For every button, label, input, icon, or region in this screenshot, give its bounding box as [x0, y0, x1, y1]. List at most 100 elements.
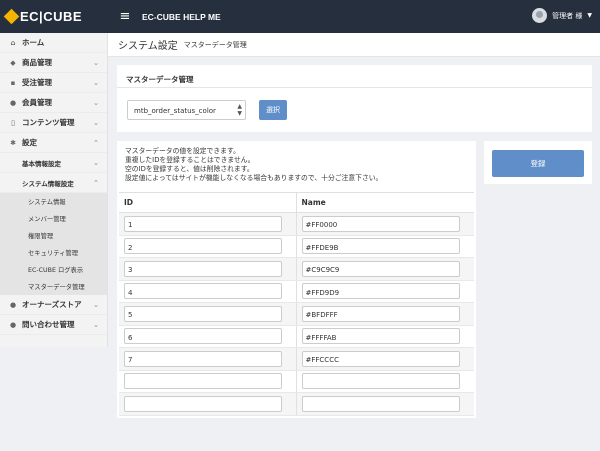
name-field[interactable] — [301, 395, 460, 412]
sidebar-item-label: 基本情報設定 — [22, 159, 61, 168]
card-title: マスターデータ管理 — [126, 75, 194, 84]
table-row — [119, 212, 474, 236]
sidebar-item-label: システム情報設定 — [22, 179, 74, 188]
name-field[interactable] — [301, 373, 460, 390]
master-select-value: mtb_order_status_color — [134, 107, 216, 115]
sidebar-item-settings[interactable]: ✱ 設定 ⌃ — [0, 133, 107, 153]
sidebar-item-system-info[interactable]: システム情報 — [0, 193, 107, 210]
sidebar-item-label: ホーム — [22, 38, 45, 47]
logo-text: EC|CUBE — [20, 9, 83, 24]
master-data-table: ID Name — [119, 192, 474, 416]
sidebar-item-authority[interactable]: 権限管理 — [0, 227, 107, 244]
table-row — [119, 302, 474, 326]
id-field[interactable] — [124, 373, 282, 390]
name-field[interactable] — [301, 215, 460, 232]
table-row — [119, 280, 474, 303]
sidebar-item-label: 商品管理 — [22, 58, 52, 67]
chevron-down-icon: ⌄ — [93, 300, 99, 309]
avatar — [532, 8, 548, 23]
user-name: 管理者 様 — [552, 11, 583, 20]
site-title[interactable]: EC-CUBE HELP ME — [142, 12, 221, 22]
column-header-name: Name — [295, 192, 474, 213]
sidebar-item-log[interactable]: EC-CUBE ログ表示 — [0, 261, 107, 278]
sidebar-item-members-admin[interactable]: メンバー管理 — [0, 210, 107, 227]
name-field[interactable] — [301, 350, 460, 367]
name-field[interactable] — [301, 260, 460, 277]
select-arrows-icon: ▲ ▼ — [237, 103, 242, 117]
chevron-down-icon: ⌄ — [93, 58, 99, 67]
sidebar-item-inquiries[interactable]: ● 問い合わせ管理 ⌄ — [0, 315, 107, 335]
master-data-card: マスターデータの値を設定できます。 重複したIDを登録することはできません。 空… — [117, 141, 476, 418]
description-line: 空のIDを登録すると、値は削除されます。 — [125, 165, 254, 173]
page-subtitle: マスターデータ管理 — [183, 40, 247, 49]
sidebar-item-system-settings[interactable]: システム情報設定 ⌃ — [0, 173, 107, 193]
chevron-down-icon: ⌄ — [93, 158, 99, 167]
sidebar-item-master-data[interactable]: マスターデータ管理 — [0, 278, 107, 295]
id-field[interactable] — [124, 260, 282, 277]
sidebar-item-security[interactable]: セキュリティ管理 — [0, 244, 107, 261]
sidebar-item-home[interactable]: ⌂ ホーム — [0, 33, 107, 53]
sidebar: ⌂ ホーム ◆ 商品管理 ⌄ ▪ 受注管理 ⌄ ● 会員管理 ⌄ ▯ コンテンツ… — [0, 33, 108, 347]
name-field[interactable] — [301, 238, 460, 255]
brand[interactable]: EC|CUBE — [0, 0, 108, 33]
sidebar-item-contents[interactable]: ▯ コンテンツ管理 ⌄ — [0, 113, 107, 133]
chevron-up-icon: ⌃ — [93, 138, 99, 147]
select-button[interactable]: 選択 — [259, 100, 287, 120]
divider — [117, 87, 592, 88]
main-content: システム設定 マスターデータ管理 — [108, 33, 600, 57]
table-row — [119, 257, 474, 281]
id-field[interactable] — [124, 238, 282, 255]
gear-icon: ✱ — [10, 138, 16, 147]
column-header-id: ID — [119, 192, 296, 213]
sidebar-item-members[interactable]: ● 会員管理 ⌄ — [0, 93, 107, 113]
table-row — [119, 370, 474, 393]
chat-icon: ● — [9, 320, 17, 329]
id-field[interactable] — [124, 283, 282, 300]
id-field[interactable] — [124, 305, 282, 322]
chevron-up-icon: ⌃ — [93, 178, 99, 187]
table-header-row: ID Name — [119, 192, 474, 213]
sidebar-item-label: 会員管理 — [22, 98, 52, 107]
sidebar-item-products[interactable]: ◆ 商品管理 ⌄ — [0, 53, 107, 73]
home-icon: ⌂ — [10, 38, 16, 47]
sidebar-item-label: 設定 — [22, 138, 37, 147]
master-data-table-wrap: ID Name — [119, 192, 474, 416]
sidebar-item-owners-store[interactable]: ● オーナーズストア ⌄ — [0, 295, 107, 315]
description-line: 設定値によってはサイトが機能しなくなる場合もありますので、十分ご注意下さい。 — [125, 174, 383, 182]
id-field[interactable] — [124, 350, 282, 367]
sidebar-item-basic-settings[interactable]: 基本情報設定 ⌄ — [0, 153, 107, 173]
top-header: EC|CUBE ≡ EC-CUBE HELP ME 管理者 様 ▼ — [0, 0, 600, 33]
users-icon: ● — [9, 98, 17, 107]
file-icon: ▯ — [11, 118, 15, 127]
sidebar-item-label: コンテンツ管理 — [22, 118, 75, 127]
description-line: マスターデータの値を設定できます。 — [125, 147, 240, 155]
name-field[interactable] — [301, 283, 460, 300]
name-field[interactable] — [301, 328, 460, 345]
user-menu[interactable]: 管理者 様 ▼ — [532, 8, 592, 23]
master-select-card: マスターデータ管理 mtb_order_status_color ▲ ▼ 選択 — [117, 65, 592, 132]
register-button[interactable]: 登録 — [492, 150, 584, 177]
tag-icon: ◆ — [10, 58, 16, 67]
id-field[interactable] — [124, 328, 282, 345]
table-row — [119, 325, 474, 348]
cart-icon: ▪ — [10, 78, 16, 87]
table-row — [119, 235, 474, 258]
menu-toggle-icon[interactable]: ≡ — [118, 9, 132, 24]
id-field[interactable] — [124, 395, 282, 412]
id-field[interactable] — [124, 215, 282, 232]
page-title: システム設定 — [118, 41, 178, 52]
sidebar-item-label: 問い合わせ管理 — [22, 320, 75, 329]
chevron-down-icon: ⌄ — [93, 98, 99, 107]
table-row — [119, 347, 474, 371]
description-line: 重複したIDを登録することはできません。 — [125, 156, 255, 164]
name-field[interactable] — [301, 305, 460, 322]
chevron-down-icon: ⌄ — [93, 78, 99, 87]
sidebar-item-label: オーナーズストア — [22, 300, 82, 309]
breadcrumb: システム設定 マスターデータ管理 — [108, 33, 600, 57]
chevron-down-icon: ⌄ — [93, 320, 99, 329]
sidebar-item-label: 受注管理 — [22, 78, 52, 87]
action-card: 登録 — [484, 141, 592, 184]
table-row — [119, 392, 474, 416]
sidebar-item-orders[interactable]: ▪ 受注管理 ⌄ — [0, 73, 107, 93]
master-select[interactable]: mtb_order_status_color ▲ ▼ — [127, 100, 246, 120]
